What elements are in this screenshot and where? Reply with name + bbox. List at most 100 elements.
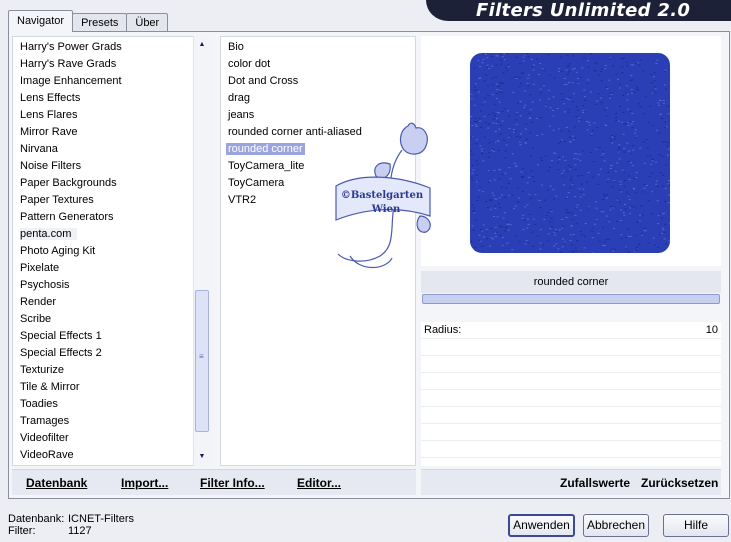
filter-label: rounded corner [226, 143, 305, 155]
category-item[interactable]: penta.com [13, 226, 209, 243]
category-item[interactable]: Tramages [13, 413, 209, 430]
filter-label: Dot and Cross [228, 75, 299, 87]
category-label: Psychosis [20, 279, 70, 291]
category-item[interactable]: Scribe [13, 311, 209, 328]
category-label: Mirror Rave [20, 126, 78, 138]
param-row-empty [421, 441, 721, 458]
category-label: Paper Textures [20, 194, 94, 206]
param-row-empty [421, 339, 721, 356]
param-action-bar: Zufallswerte Zurücksetzen [421, 469, 721, 495]
filter-label: VTR2 [228, 194, 257, 206]
filter-label: Bio [228, 41, 244, 53]
bastelgarten-watermark-logo: ©Bastelgarten Wien [335, 122, 431, 269]
category-item[interactable]: Toadies [13, 396, 209, 413]
category-label: Pixelate [20, 262, 60, 274]
scrollbar-thumb[interactable]: ≡ [195, 290, 209, 432]
import-button[interactable]: Import... [121, 476, 168, 490]
category-item[interactable]: Tile & Mirror [13, 379, 209, 396]
db-label: Datenbank: [8, 513, 65, 525]
category-item[interactable]: Videofilter [13, 430, 209, 447]
filter-label: drag [228, 92, 251, 104]
category-item[interactable]: Photo Aging Kit [13, 243, 209, 260]
category-label: Special Effects 1 [20, 330, 102, 342]
category-item[interactable]: Lens Effects [13, 90, 209, 107]
category-label: Harry's Power Grads [20, 41, 122, 53]
scroll-down-arrow-icon[interactable]: ▼ [194, 450, 210, 464]
cancel-button[interactable]: Abbrechen [583, 514, 649, 537]
datenbank-button[interactable]: Datenbank [26, 476, 87, 490]
zuruecksetzen-button[interactable]: Zurücksetzen [641, 476, 718, 490]
editor-button[interactable]: Editor... [297, 476, 341, 490]
category-label: Toadies [20, 398, 58, 410]
filter-label: ToyCamera [228, 177, 285, 189]
scroll-up-arrow-icon[interactable]: ▲ [194, 38, 210, 52]
param-row-empty [421, 424, 721, 441]
category-item[interactable]: Special Effects 1 [13, 328, 209, 345]
category-item[interactable]: Nirvana [13, 141, 209, 158]
filter-item[interactable]: drag [221, 90, 415, 107]
apply-button[interactable]: Anwenden [508, 514, 575, 537]
filter-label: jeans [228, 109, 255, 121]
filter-item[interactable]: color dot [221, 56, 415, 73]
list-action-bar: Datenbank Import... Filter Info... Edito… [12, 469, 416, 495]
category-label: Image Enhancement [20, 75, 122, 87]
param-row-empty [421, 356, 721, 373]
category-item[interactable]: Texturize [13, 362, 209, 379]
tab-navigator[interactable]: Navigator [8, 10, 74, 32]
category-label: Tramages [20, 415, 70, 427]
app-title: Filters Unlimited 2.0 [426, 0, 731, 21]
category-list: Harry's Power Grads Harry's Rave Grads Ima… [13, 37, 209, 464]
category-label: Special Effects 2 [20, 347, 102, 359]
help-button[interactable]: Hilfe [663, 514, 729, 537]
filter-info-button[interactable]: Filter Info... [200, 476, 265, 490]
category-label: Tile & Mirror [20, 381, 80, 393]
category-label: Scribe [20, 313, 52, 325]
category-label: Lens Effects [20, 92, 81, 104]
category-label: Paper Backgrounds [20, 177, 117, 189]
category-list-panel: Harry's Power Grads Harry's Rave Grads Ima… [12, 36, 210, 466]
tab-ueber[interactable]: Über [126, 13, 169, 32]
filter-slider[interactable] [422, 294, 720, 304]
category-item[interactable]: Render [13, 294, 209, 311]
category-label: VideoRave [20, 449, 74, 461]
filter-label: ToyCamera_lite [228, 160, 305, 172]
category-item[interactable]: Pattern Generators [13, 209, 209, 226]
category-item[interactable]: Harry's Rave Grads [13, 56, 209, 73]
category-item[interactable]: Noise Filters [13, 158, 209, 175]
category-label: penta.com [20, 228, 78, 240]
category-label: Lens Flares [20, 109, 78, 121]
zufallswerte-button[interactable]: Zufallswerte [560, 476, 630, 490]
category-item[interactable]: Harry's Power Grads [13, 39, 209, 56]
category-item[interactable]: Lens Flares [13, 107, 209, 124]
category-item[interactable]: Pixelate [13, 260, 209, 277]
category-item[interactable]: VideoRave [13, 447, 209, 464]
status-area: Datenbank: ICNET-Filters Filter: 1127 [8, 513, 134, 537]
filter-count-label: Filter: [8, 525, 36, 537]
tab-presets[interactable]: Presets [72, 13, 128, 32]
param-row-radius[interactable]: Radius: 10 [421, 322, 721, 339]
category-item[interactable]: Psychosis [13, 277, 209, 294]
grip-icon: ≡ [199, 352, 204, 361]
category-item[interactable]: Paper Backgrounds [13, 175, 209, 192]
preview-texture [470, 53, 670, 253]
category-label: Harry's Rave Grads [20, 58, 117, 70]
category-scrollbar[interactable]: ▲ ≡ ▼ [193, 36, 210, 466]
filter-item[interactable]: Bio [221, 39, 415, 56]
filter-count-value: 1127 [68, 525, 92, 537]
category-label: Noise Filters [20, 160, 82, 172]
category-item[interactable]: Image Enhancement [13, 73, 209, 90]
db-value: ICNET-Filters [68, 513, 134, 525]
category-item[interactable]: Mirror Rave [13, 124, 209, 141]
category-item[interactable]: Special Effects 2 [13, 345, 209, 362]
category-label: Pattern Generators [20, 211, 114, 223]
tab-strip: Navigator Presets Über [8, 10, 169, 32]
filter-name-label: rounded corner [421, 271, 721, 293]
filter-item[interactable]: Dot and Cross [221, 73, 415, 90]
param-row-empty [421, 407, 721, 424]
preview-image[interactable] [470, 53, 670, 253]
param-row-empty [421, 390, 721, 407]
watermark-text-1: ©Bastelgarten [341, 190, 424, 201]
param-value: 10 [705, 324, 718, 336]
parameter-panel: Radius: 10 [421, 322, 721, 466]
category-item[interactable]: Paper Textures [13, 192, 209, 209]
